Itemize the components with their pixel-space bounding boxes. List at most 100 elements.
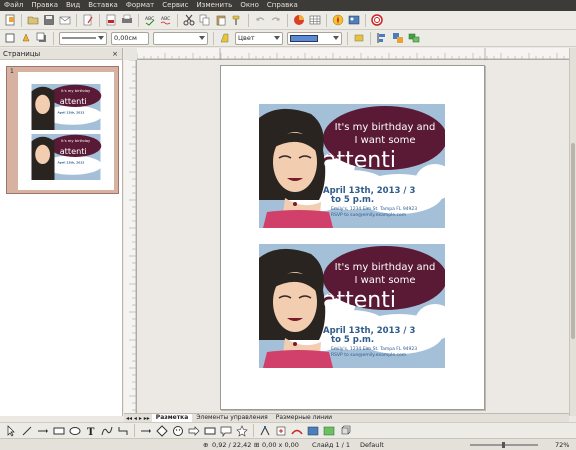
arrange-icon[interactable]: [391, 31, 405, 45]
tab-layout[interactable]: Разметка: [151, 414, 193, 422]
document-page[interactable]: It's my birthday and I want some attenti…: [220, 65, 485, 410]
svg-text:It's my birthday: It's my birthday: [61, 139, 91, 143]
slides-panel-header: Страницы ×: [0, 48, 122, 60]
new-document-button[interactable]: [3, 13, 17, 27]
horizontal-ruler[interactable]: [136, 48, 569, 60]
align-icon[interactable]: [375, 31, 389, 45]
menu-help[interactable]: Справка: [263, 0, 302, 11]
tab-controls[interactable]: Элементы управления: [192, 414, 271, 422]
card-line-1: It's my birthday and: [335, 262, 436, 273]
invitation-card-bottom[interactable]: It's my birthday and I want some attenti…: [259, 244, 445, 368]
separator: [253, 424, 254, 437]
symbol-shapes-icon[interactable]: [171, 424, 185, 438]
tab-dimension-lines[interactable]: Размерные линии: [272, 414, 336, 422]
export-pdf-icon[interactable]: [104, 13, 118, 27]
menu-insert[interactable]: Вставка: [84, 0, 122, 11]
invitation-card-top[interactable]: It's my birthday and I want some attenti…: [259, 104, 445, 228]
card-line-3: attenti: [323, 148, 396, 173]
block-arrows-icon[interactable]: [187, 424, 201, 438]
table-icon[interactable]: [308, 13, 322, 27]
separator: [370, 31, 371, 45]
menu-tools[interactable]: Сервис: [158, 0, 192, 11]
shadow-icon[interactable]: [35, 31, 49, 45]
drawing-canvas[interactable]: It's my birthday and I want some attenti…: [137, 60, 569, 413]
vertical-ruler[interactable]: [124, 59, 137, 413]
object-size-icon: ⊞: [254, 441, 260, 449]
area-style-select[interactable]: Цвет: [235, 31, 283, 45]
callouts-icon[interactable]: [219, 424, 233, 438]
copy-icon[interactable]: [198, 13, 212, 27]
extrusion-icon[interactable]: [338, 424, 352, 438]
autospell-icon[interactable]: ABC: [159, 13, 173, 27]
layer-tabs: ◂◂ ◂ ▸ ▸▸ Разметка Элементы управления Р…: [124, 413, 569, 422]
slide-thumbnail-number: 1: [10, 68, 14, 75]
stars-icon[interactable]: [235, 424, 249, 438]
paste-icon[interactable]: [214, 13, 228, 27]
help-icon[interactable]: [370, 13, 384, 27]
cursor-position-icon: ⊕: [203, 441, 209, 449]
select-arrow-icon[interactable]: [4, 424, 18, 438]
gallery-draw-icon[interactable]: [322, 424, 336, 438]
cursor-position: 0,92 / 22,42: [212, 441, 252, 449]
flowchart-icon[interactable]: [203, 424, 217, 438]
email-icon[interactable]: [58, 13, 72, 27]
zoom-slider-handle[interactable]: [502, 442, 505, 448]
card-line-3: attenti: [323, 288, 396, 313]
separator: [287, 13, 288, 27]
from-file-icon[interactable]: [306, 424, 320, 438]
line-width-field[interactable]: 0,00см: [111, 31, 149, 45]
print-icon[interactable]: [120, 13, 134, 27]
object-size: 0,00 x 0,00: [262, 441, 299, 449]
undo-icon[interactable]: [253, 13, 267, 27]
line-icon[interactable]: [3, 31, 17, 45]
rectangle-icon[interactable]: [52, 424, 66, 438]
slide-layout-name: Default: [360, 441, 384, 449]
edit-file-icon[interactable]: [81, 13, 95, 27]
area-fill-select[interactable]: [287, 31, 342, 45]
navigator-icon[interactable]: [331, 13, 345, 27]
area-icon[interactable]: [19, 31, 33, 45]
gallery-icon[interactable]: [347, 13, 361, 27]
area-style-icon[interactable]: [218, 31, 232, 45]
curve-icon[interactable]: [100, 424, 114, 438]
lines-arrows-icon[interactable]: [139, 424, 153, 438]
spellcheck-icon[interactable]: ABC: [143, 13, 157, 27]
close-panel-icon[interactable]: ×: [112, 48, 118, 60]
clone-formatting-icon[interactable]: [230, 13, 244, 27]
save-icon[interactable]: [42, 13, 56, 27]
connector-icon[interactable]: [116, 424, 130, 438]
glue-points-icon[interactable]: [274, 424, 288, 438]
separator: [53, 31, 54, 45]
menu-view[interactable]: Вид: [62, 0, 84, 11]
fill-swatch: [290, 34, 318, 42]
menu-window[interactable]: Окно: [236, 0, 263, 11]
scrollbar-thumb[interactable]: [571, 143, 575, 339]
text-tool-icon[interactable]: T: [84, 424, 98, 438]
vertical-scrollbar[interactable]: [569, 48, 576, 416]
line-tool-icon[interactable]: [20, 424, 34, 438]
chart-icon[interactable]: [292, 13, 306, 27]
arrow-line-icon[interactable]: [36, 424, 50, 438]
menu-file[interactable]: Файл: [0, 0, 27, 11]
menu-modify[interactable]: Изменить: [192, 0, 236, 11]
fontwork-icon[interactable]: [290, 424, 304, 438]
basic-shapes-icon[interactable]: [155, 424, 169, 438]
object-shadow-icon[interactable]: [352, 31, 366, 45]
group-icon[interactable]: [407, 31, 421, 45]
open-icon[interactable]: [26, 13, 40, 27]
ellipse-icon[interactable]: [68, 424, 82, 438]
cut-icon[interactable]: [182, 13, 196, 27]
line-color-select[interactable]: [153, 31, 208, 45]
points-icon[interactable]: [258, 424, 272, 438]
menu-format[interactable]: Формат: [122, 0, 158, 11]
card-address: Emily's, 1234 Elm St. Tampa FL 94923: [331, 346, 417, 352]
separator: [213, 31, 214, 45]
menu-edit[interactable]: Правка: [27, 0, 62, 11]
tab-nav-arrows[interactable]: ◂◂ ◂ ▸ ▸▸: [124, 415, 152, 422]
svg-text:It's my birthday: It's my birthday: [61, 89, 91, 93]
svg-text:April 13th, 2013: April 13th, 2013: [57, 161, 84, 165]
line-style-select[interactable]: [59, 31, 107, 45]
svg-text:attenti: attenti: [60, 96, 87, 106]
redo-icon[interactable]: [269, 13, 283, 27]
status-bar: ⊕ 0,92 / 22,42 ⊞ 0,00 x 0,00 Слайд 1 / 1…: [0, 438, 576, 450]
